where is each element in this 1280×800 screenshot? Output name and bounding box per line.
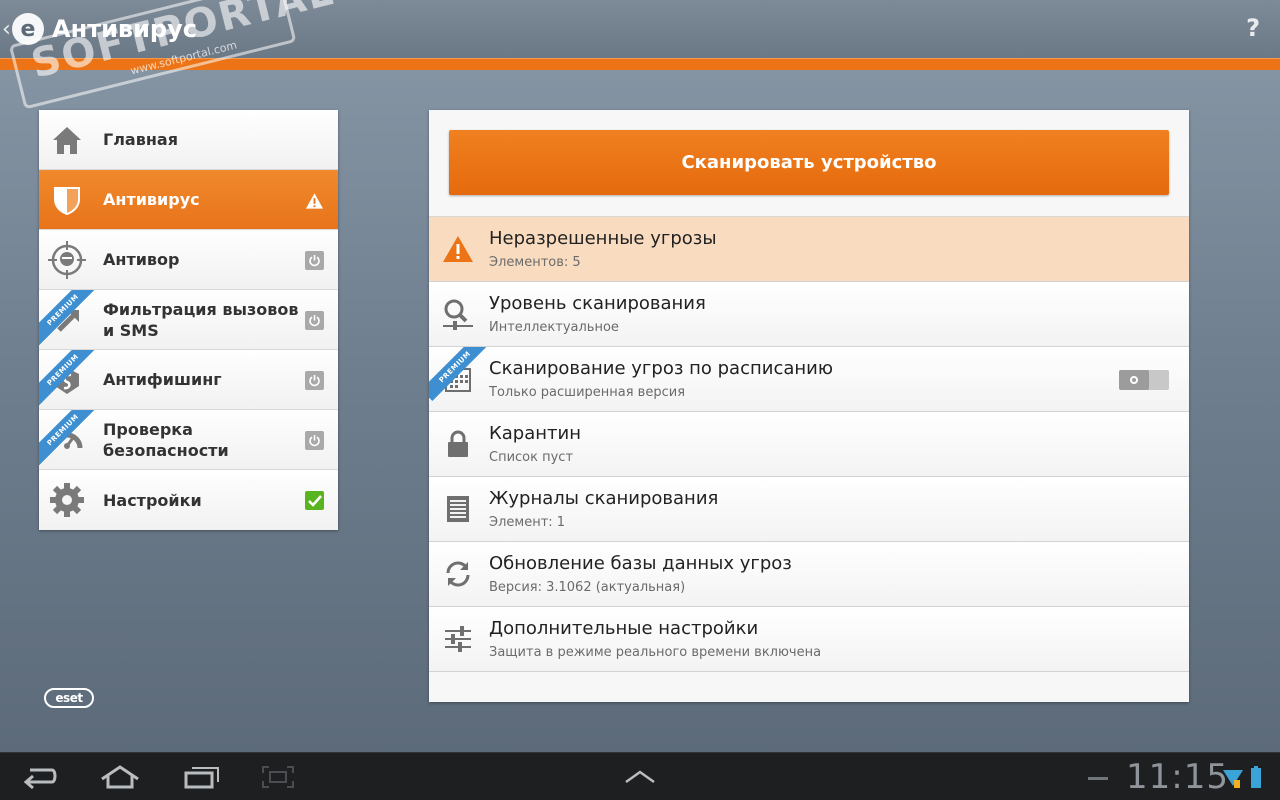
log-icon [441,492,475,526]
lock-icon [441,427,475,461]
screenshot-icon[interactable] [258,761,298,793]
action-bar: ‹ e Антивирус ? [0,0,1280,58]
list-item-scan-logs[interactable]: Журналы сканирования Элемент: 1 [429,477,1189,542]
sidebar-item-antivirus[interactable]: Антивирус [39,170,338,230]
back-icon[interactable] [20,761,60,793]
home-nav-icon[interactable] [100,761,140,793]
gear-icon [45,478,89,522]
sidebar-item-security-audit[interactable]: PREMIUM Проверка безопасности [39,410,338,470]
antivirus-panel: Сканировать устройство Неразрешенные угр… [429,110,1189,702]
back-chevron-icon[interactable]: ‹ [2,17,12,42]
sidebar-item-label: Проверка безопасности [103,419,229,460]
sidebar-item-label: Антифишинг [103,370,222,389]
refresh-icon [441,557,475,591]
power-off-icon[interactable] [305,311,324,330]
sidebar-item-call-filter[interactable]: PREMIUM Фильтрация вызовов и SMS [39,290,338,350]
row-title: Дополнительные настройки [489,618,759,639]
scheduled-scan-toggle[interactable] [1119,370,1169,390]
row-subtitle: Элементов: 5 [489,255,581,270]
checkmark-icon[interactable] [305,491,324,510]
eset-logo: eset [44,688,94,708]
row-title: Уровень сканирования [489,293,706,314]
chevron-up-icon[interactable] [620,761,660,793]
row-title: Сканирование угроз по расписанию [489,358,833,379]
row-subtitle: Только расширенная версия [489,385,686,400]
row-subtitle: Защита в режиме реального времени включе… [489,645,822,660]
warning-icon [441,232,475,266]
list-item-advanced-settings[interactable]: Дополнительные настройки Защита в режиме… [429,607,1189,672]
sidebar-nav: Главная Антивирус Антивор PREMIUM Фильтр… [39,110,338,530]
notification-dash-icon [1088,777,1108,780]
list-item-unresolved-threats[interactable]: Неразрешенные угрозы Элементов: 5 [429,217,1189,282]
sidebar-item-antitheft[interactable]: Антивор [39,230,338,290]
warning-status-icon [305,191,324,210]
power-off-icon[interactable] [305,431,324,450]
row-subtitle: Интеллектуальное [489,320,619,335]
power-off-icon[interactable] [305,371,324,390]
wifi-icon [1220,761,1246,793]
sidebar-item-label: Антивор [103,250,180,269]
row-subtitle: Элемент: 1 [489,515,566,530]
row-title: Журналы сканирования [489,488,719,509]
recent-apps-icon[interactable] [182,761,222,793]
row-title: Карантин [489,423,581,444]
home-icon [45,118,89,162]
list-item-quarantine[interactable]: Карантин Список пуст [429,412,1189,477]
list-item-update-database[interactable]: Обновление базы данных угроз Версия: 3.1… [429,542,1189,607]
scan-level-icon [441,297,475,331]
sidebar-item-label: Фильтрация вызовов и SMS [103,299,299,340]
app-logo-letter: e [20,16,36,42]
sidebar-item-label: Антивирус [103,190,200,209]
target-icon [45,238,89,282]
status-clock[interactable]: 11:15 [1126,757,1229,797]
row-title: Неразрешенные угрозы [489,228,717,249]
help-icon[interactable]: ? [1246,14,1260,42]
row-subtitle: Версия: 3.1062 (актуальная) [489,580,686,595]
app-logo-icon[interactable]: e [12,13,44,45]
row-subtitle: Список пуст [489,450,574,465]
sidebar-item-antiphishing[interactable]: PREMIUM Антифишинг [39,350,338,410]
battery-icon [1244,761,1268,793]
sidebar-item-label: Главная [103,130,178,149]
header-accent-stripe [0,58,1280,70]
shield-icon [45,178,89,222]
toggle-knob [1119,370,1149,390]
antivirus-options-list: Неразрешенные угрозы Элементов: 5 Уровен… [429,216,1189,672]
system-navigation-bar: 11:15 [0,752,1280,800]
row-title: Обновление базы данных угроз [489,553,792,574]
sliders-icon [441,622,475,656]
scan-device-button[interactable]: Сканировать устройство [449,130,1169,195]
app-title: Антивирус [52,15,197,43]
list-item-scan-level[interactable]: Уровень сканирования Интеллектуальное [429,282,1189,347]
sidebar-item-label: Настройки [103,490,202,510]
sidebar-item-settings[interactable]: Настройки [39,470,338,530]
power-off-icon[interactable] [305,251,324,270]
sidebar-item-home[interactable]: Главная [39,110,338,170]
list-item-scheduled-scan[interactable]: PREMIUM Сканирование угроз по расписанию… [429,347,1189,412]
